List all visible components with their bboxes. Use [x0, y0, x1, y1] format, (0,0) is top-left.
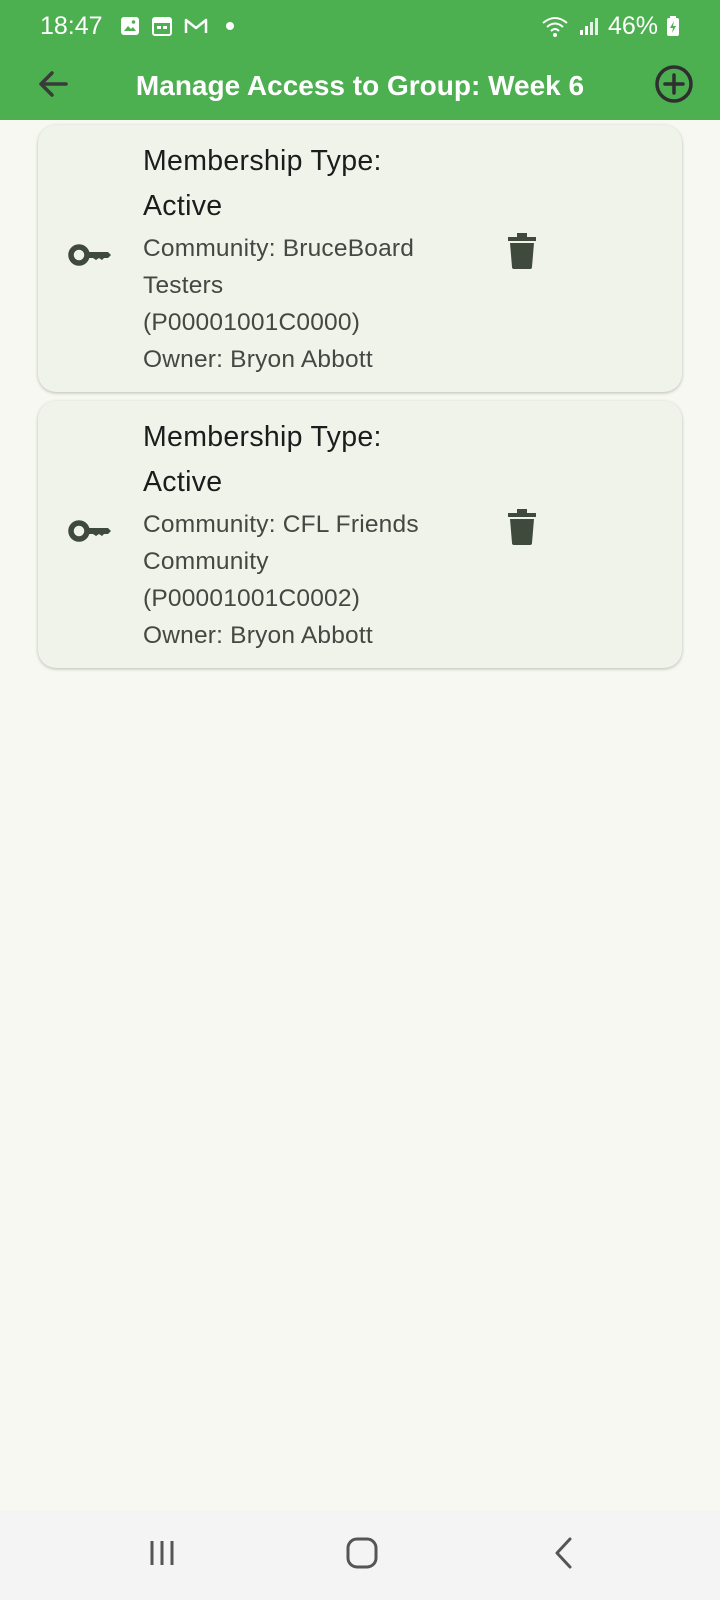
delete-button[interactable] [498, 505, 546, 553]
community-name: Community: BruceBoard Testers (P00001001… [143, 230, 473, 378]
membership-type-value: Active [143, 190, 223, 222]
recents-icon [147, 1538, 177, 1573]
status-time: 18:47 [40, 11, 103, 40]
page-title: Manage Access to Group: Week 6 [135, 70, 585, 101]
back-button[interactable] [25, 58, 81, 114]
trash-icon [507, 232, 537, 274]
community-line-2: Testers [143, 272, 224, 299]
key-icon [68, 240, 112, 270]
owner-name: Owner: Bryon Abbott [143, 346, 373, 373]
community-line-1: Community: BruceBoard [143, 235, 415, 262]
app-bar: Manage Access to Group: Week 6 [0, 52, 720, 120]
membership-card[interactable]: Membership Type: Active Community: CFL F… [38, 401, 682, 668]
calendar-icon [151, 15, 173, 37]
gmail-icon [183, 15, 209, 37]
battery-icon [666, 15, 680, 37]
community-id: (P00001001C0002) [143, 585, 361, 612]
membership-type-label: Membership Type: [143, 421, 382, 453]
back-icon [551, 1536, 577, 1575]
wifi-icon [540, 14, 570, 38]
community-name: Community: CFL Friends Community (P00001… [143, 506, 473, 654]
status-right: 46% [540, 12, 680, 41]
arrow-left-icon [36, 67, 70, 106]
add-circle-icon [654, 64, 694, 109]
community-id: (P00001001C0000) [143, 309, 361, 336]
delete-button[interactable] [498, 229, 546, 277]
membership-details: Membership Type: Active Community: CFL F… [143, 415, 473, 654]
trash-icon [507, 508, 537, 550]
gallery-icon [119, 15, 141, 37]
membership-card[interactable]: Membership Type: Active Community: Bruce… [38, 125, 682, 392]
owner-name: Owner: Bryon Abbott [143, 622, 373, 649]
membership-type-value: Active [143, 466, 223, 498]
community-line-2: Community [143, 548, 269, 575]
home-icon [345, 1536, 379, 1575]
home-button[interactable] [322, 1525, 402, 1585]
system-nav-bar [0, 1510, 720, 1600]
membership-list: Membership Type: Active Community: Bruce… [38, 125, 682, 677]
battery-percent: 46% [607, 11, 658, 40]
add-access-button[interactable] [646, 58, 702, 114]
key-icon [68, 516, 112, 546]
membership-details: Membership Type: Active Community: Bruce… [143, 139, 473, 378]
nav-back-button[interactable] [524, 1525, 604, 1585]
membership-type-label: Membership Type: [143, 145, 382, 177]
community-line-1: Community: CFL Friends [143, 511, 419, 538]
signal-icon [578, 15, 600, 37]
recents-button[interactable] [122, 1525, 202, 1585]
dot-icon [225, 21, 235, 31]
status-left: 18:47 [40, 12, 235, 41]
status-bar: 18:47 46% [0, 0, 720, 52]
